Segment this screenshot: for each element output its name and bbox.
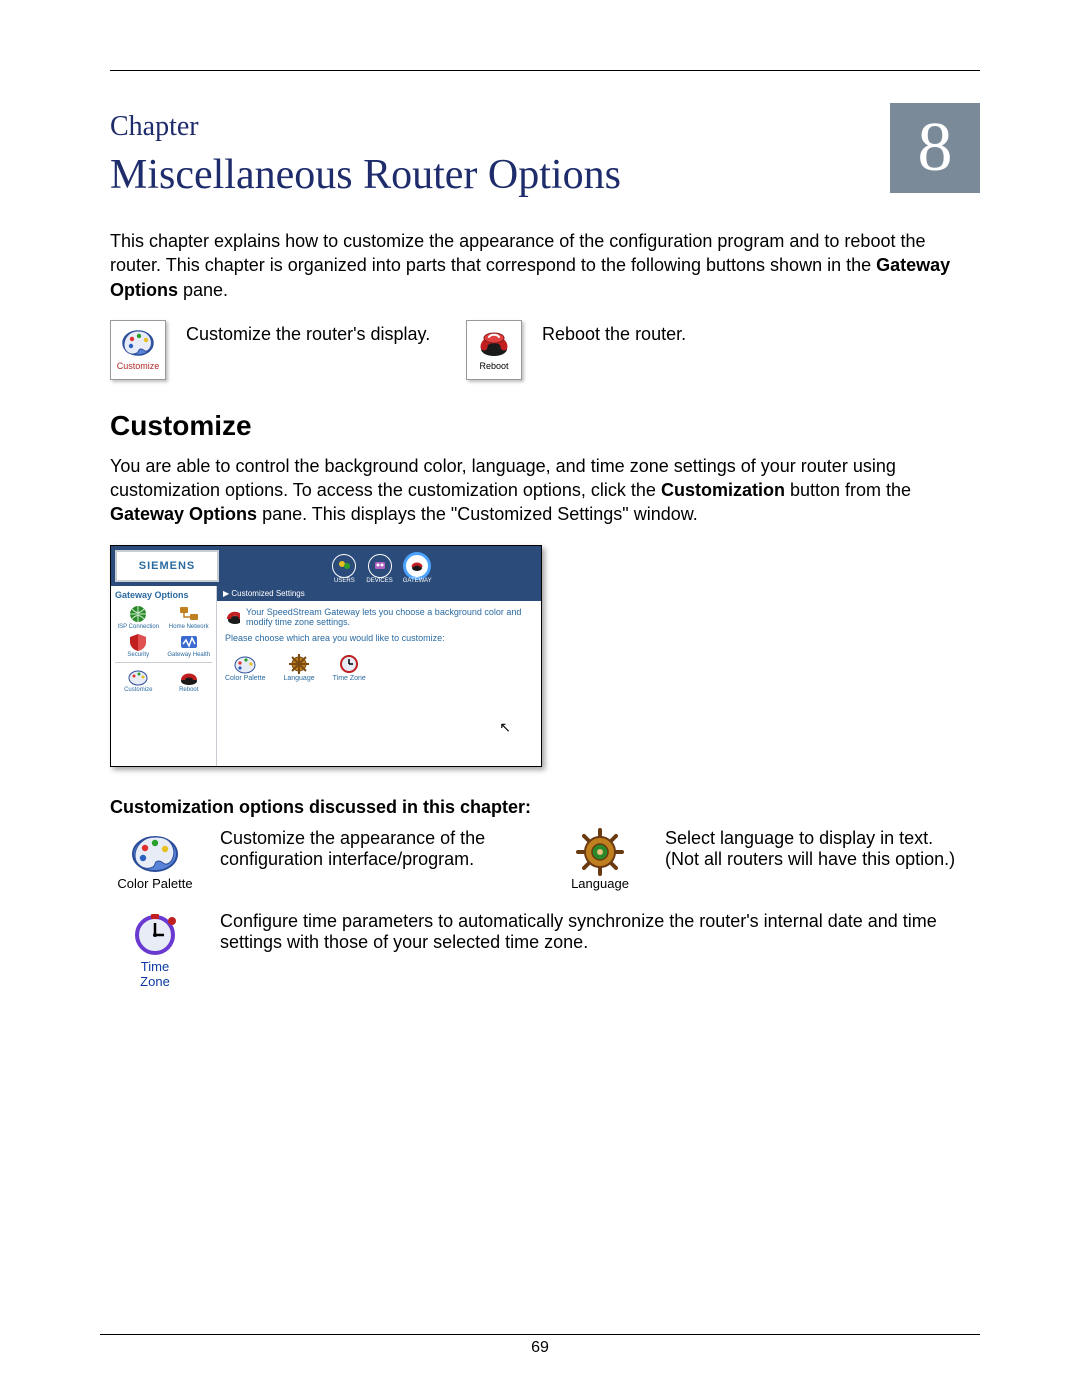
chapter-label: Chapter (110, 111, 980, 143)
cust-text-bold2: Gateway Options (110, 504, 257, 524)
gateway-buttons-row: Customize Customize the router's display… (110, 320, 980, 380)
ss-icon-palette: Color Palette (225, 653, 265, 682)
cursor-icon: ↖ (499, 719, 511, 736)
top-rule (110, 70, 980, 71)
ss-tab-devices-label: DEVICES (366, 578, 392, 584)
ss-icon-palette-label: Color Palette (225, 675, 265, 682)
reboot-icon (177, 667, 201, 687)
opt-timezone-caption-l2: Zone (140, 974, 170, 989)
ship-wheel-icon (286, 653, 312, 675)
ss-brand: SIEMENS (115, 550, 219, 582)
ss-main-title: Customized Settings (231, 589, 304, 598)
ss-sidebar: Gateway Options ISP Connection Home Netw… (111, 586, 217, 766)
ss-side-title: Gateway Options (115, 590, 212, 600)
reboot-tile-caption: Reboot (479, 361, 508, 371)
ss-side-home-label: Home Network (169, 624, 209, 630)
ss-body: Gateway Options ISP Connection Home Netw… (111, 586, 541, 766)
subsection-label: Customization options discussed in this … (110, 797, 980, 818)
palette-icon (126, 667, 150, 687)
reboot-desc: Reboot the router. (542, 320, 686, 345)
ss-side-health-label: Gateway Health (167, 652, 210, 658)
reboot-button-tile: Reboot (466, 320, 522, 380)
ss-side-customize-label: Customize (124, 687, 152, 693)
ss-side-isp: ISP Connection (115, 604, 162, 630)
ss-main-titlebar: ▶ Customized Settings (217, 586, 541, 601)
clock-icon (127, 911, 183, 959)
ss-icon-timezone: Time Zone (333, 653, 366, 682)
opt-timezone-icon-block: Time Zone (110, 911, 200, 989)
intro-paragraph: This chapter explains how to customize t… (110, 229, 980, 302)
ss-icon-language-label: Language (283, 675, 314, 682)
ss-side-health: Gateway Health (166, 632, 213, 658)
ss-main-sub: Please choose which area you would like … (217, 633, 541, 649)
ss-main: ▶ Customized Settings Your SpeedStream G… (217, 586, 541, 766)
ss-side-reboot: Reboot (166, 667, 213, 693)
ss-side-isp-label: ISP Connection (117, 624, 159, 630)
palette-icon (127, 828, 183, 876)
ss-icon-timezone-label: Time Zone (333, 675, 366, 682)
ss-main-desc-row: Your SpeedStream Gateway lets you choose… (217, 601, 541, 633)
gateway-icon (410, 559, 424, 573)
ss-tab-devices: DEVICES (366, 554, 392, 584)
opt-color-palette-caption: Color Palette (117, 876, 192, 891)
opt-language-desc-l1: Select language to display in text. (665, 828, 933, 848)
palette-icon (120, 325, 156, 359)
chapter-number-box: 8 (890, 103, 980, 193)
customize-heading: Customize (110, 410, 980, 442)
ss-tab-users-label: USERS (334, 578, 355, 584)
customize-desc: Customize the router's display. (186, 320, 446, 345)
opt-language-caption: Language (571, 876, 629, 891)
customize-tile-caption: Customize (117, 361, 160, 371)
ss-tab-users: USERS (332, 554, 356, 584)
ss-tab-gateway: GATEWAY (403, 554, 432, 584)
opt-color-palette-icon-block: Color Palette (110, 828, 200, 891)
ss-topbar: SIEMENS USERS DEVICES GATEWAY (111, 546, 541, 586)
chapter-title: Miscellaneous Router Options (110, 151, 980, 199)
users-icon (337, 559, 351, 573)
intro-text-pre: This chapter explains how to customize t… (110, 231, 926, 275)
ss-tab-gateway-label: GATEWAY (403, 578, 432, 584)
home-network-icon (177, 604, 201, 624)
opt-language-desc: Select language to display in text. (Not… (665, 828, 980, 870)
opt-color-palette-desc: Customize the appearance of the configur… (220, 828, 535, 870)
ss-side-security-label: Security (127, 652, 149, 658)
page-footer: 69 (100, 1334, 980, 1357)
cust-text-post: pane. This displays the "Customized Sett… (262, 504, 698, 524)
intro-text-post: pane. (183, 280, 228, 300)
options-grid: Color Palette Customize the appearance o… (110, 828, 980, 989)
ss-icon-language: Language (283, 653, 314, 682)
cust-text-mid: button from the (790, 480, 911, 500)
ss-side-security: Security (115, 632, 162, 658)
clock-icon (336, 653, 362, 675)
chapter-header: 8 Chapter Miscellaneous Router Options (110, 111, 980, 199)
ss-main-icons: Color Palette Language Time Zone (217, 649, 541, 686)
customize-button-tile: Customize (110, 320, 166, 380)
ship-wheel-icon (572, 828, 628, 876)
customize-paragraph: You are able to control the background c… (110, 454, 980, 527)
customized-settings-screenshot: SIEMENS USERS DEVICES GATEWAY Gateway Op… (110, 545, 542, 767)
security-icon (126, 632, 150, 652)
gateway-icon (225, 607, 240, 627)
opt-language-desc-l2: (Not all routers will have this option.) (665, 849, 955, 869)
palette-icon (232, 653, 258, 675)
devices-icon (373, 559, 387, 573)
page-number: 69 (100, 1339, 980, 1357)
opt-language-icon-block: Language (555, 828, 645, 891)
ss-main-desc-text: Your SpeedStream Gateway lets you choose… (246, 607, 533, 627)
ss-side-reboot-label: Reboot (179, 687, 198, 693)
reboot-icon (476, 325, 512, 359)
ss-side-customize: Customize (115, 667, 162, 693)
document-page: 8 Chapter Miscellaneous Router Options T… (0, 0, 1080, 1397)
opt-timezone-caption-l1: Time (141, 959, 169, 974)
ss-top-tabs: USERS DEVICES GATEWAY (223, 546, 541, 586)
ss-side-home: Home Network (166, 604, 213, 630)
bottom-rule (100, 1334, 980, 1335)
cust-text-bold1: Customization (661, 480, 785, 500)
isp-icon (126, 604, 150, 624)
health-icon (177, 632, 201, 652)
opt-timezone-desc: Configure time parameters to automatical… (220, 911, 980, 953)
